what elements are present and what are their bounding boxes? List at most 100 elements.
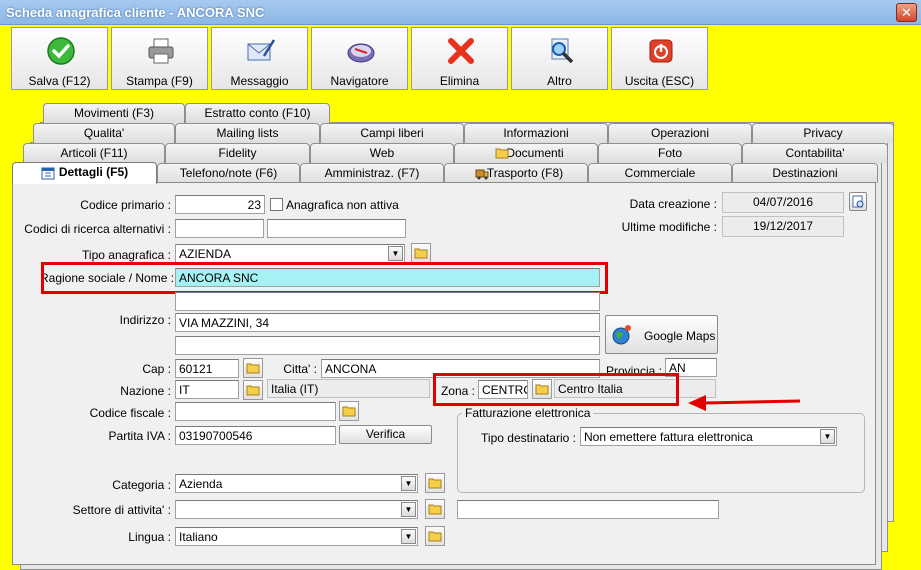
cap-folder-button[interactable] [243,358,263,378]
save-label: Salva (F12) [28,74,91,88]
folder-icon [246,385,260,396]
cap-label: Cap : [142,362,171,376]
categoria-select[interactable]: Azienda ▼ [175,474,418,493]
delete-x-icon [448,38,474,64]
ragione-sociale-2-input[interactable] [175,292,600,311]
close-button[interactable]: ✕ [896,3,917,22]
folder-icon [428,531,442,542]
tab-articoli[interactable]: Articoli (F11) [23,143,165,163]
history-icon [852,195,864,208]
globe-icon [612,325,631,345]
folder-icon [428,478,442,489]
tipo-anagrafica-select[interactable]: AZIENDA ▼ [175,244,405,263]
ragione-sociale-highlight [41,262,608,294]
tab-contabilita[interactable]: Contabilita' [742,143,888,163]
codice-fiscale-input[interactable] [175,402,336,421]
data-creazione-value: 04/07/2016 [722,192,844,213]
anagrafica-non-attiva-checkbox[interactable] [270,198,283,211]
partita-iva-label: Partita IVA : [108,429,171,443]
title-bar: Scheda anagrafica cliente - ANCORA SNC ✕ [0,0,921,25]
nazione-input[interactable]: IT [175,380,239,399]
print-label: Stampa (F9) [126,74,193,88]
cap-input[interactable]: 60121 [175,359,239,378]
other-button[interactable]: Altro [511,27,608,90]
window-title: Scheda anagrafica cliente - ANCORA SNC [6,5,265,20]
tab-commerciale[interactable]: Commerciale [588,163,732,183]
dropdown-arrow-icon[interactable]: ▼ [401,529,416,544]
partita-iva-input[interactable]: 03190700546 [175,426,336,445]
settore-description[interactable] [457,500,719,519]
envelope-icon [247,39,276,61]
dropdown-arrow-icon[interactable]: ▼ [401,502,416,517]
tab-privacy[interactable]: Privacy [752,123,894,143]
delete-button[interactable]: Elimina [411,27,508,90]
tab-amministrazione[interactable]: Amministraz. (F7) [300,163,444,183]
categoria-folder-button[interactable] [425,473,445,493]
tipo-anagrafica-label: Tipo anagrafica : [82,248,171,262]
nazione-description: Italia (IT) [267,379,430,398]
settore-folder-button[interactable] [425,499,445,519]
codice-fiscale-folder-button[interactable] [339,401,359,421]
exit-label: Uscita (ESC) [624,74,695,88]
tab-operazioni[interactable]: Operazioni [608,123,752,143]
tab-documenti[interactable]: Documenti [454,143,598,163]
fatturazione-group [457,413,865,493]
tipo-anagrafica-folder-button[interactable] [411,243,431,263]
truck-icon [475,169,489,180]
settore-label: Settore di attivita' : [72,503,171,517]
codice-ricerca-2-input[interactable] [267,219,406,238]
nazione-folder-button[interactable] [243,380,263,400]
tab-telefono-note[interactable]: Telefono/note (F6) [157,163,300,183]
folder-icon [414,248,428,259]
settore-select[interactable]: ▼ [175,500,418,519]
print-button[interactable]: Stampa (F9) [111,27,208,90]
tab-trasporto[interactable]: Trasporto (F8) [444,163,588,183]
codice-ricerca-1-input[interactable] [175,219,264,238]
lingua-select[interactable]: Italiano ▼ [175,527,418,546]
navigator-button[interactable]: Navigatore [311,27,408,90]
calendar-icon [41,167,55,180]
indirizzo-label: Indirizzo : [119,313,171,327]
exit-button[interactable]: Uscita (ESC) [611,27,708,90]
lingua-folder-button[interactable] [425,526,445,546]
nazione-label: Nazione : [120,384,171,398]
tab-trasporto-label: Trasporto (F8) [486,166,564,180]
indirizzo-2-input[interactable] [175,336,600,355]
folder-icon [342,406,356,417]
fatturazione-title: Fatturazione elettronica [462,406,594,420]
history-button[interactable] [849,192,867,211]
tab-destinazioni[interactable]: Destinazioni [732,163,878,183]
compass-icon [347,43,375,63]
verifica-button[interactable]: Verifica [339,425,432,444]
tab-estratto-conto[interactable]: Estratto conto (F10) [185,103,330,123]
tab-web[interactable]: Web [310,143,454,163]
tab-fidelity[interactable]: Fidelity [165,143,310,163]
tab-foto[interactable]: Foto [598,143,742,163]
dropdown-arrow-icon[interactable]: ▼ [388,246,403,261]
google-maps-button[interactable]: Google Maps [605,315,718,354]
tab-mailing-lists[interactable]: Mailing lists [175,123,320,143]
citta-label: Citta' : [283,362,317,376]
navigator-label: Navigatore [330,74,389,88]
codice-primario-input[interactable]: 23 [175,195,265,214]
codice-fiscale-label: Codice fiscale : [89,406,171,420]
dropdown-arrow-icon[interactable]: ▼ [820,429,835,444]
tab-movimenti[interactable]: Movimenti (F3) [43,103,185,123]
tab-dettagli[interactable]: Dettagli (F5) [12,162,157,184]
lingua-value: Italiano [179,530,218,544]
ultime-modifiche-label: Ultime modifiche : [621,220,717,234]
indirizzo-input[interactable]: VIA MAZZINI, 34 [175,313,600,332]
folder-icon [246,363,260,374]
message-label: Messaggio [230,74,289,88]
tab-campi-liberi[interactable]: Campi liberi [320,123,464,143]
tipo-anagrafica-value: AZIENDA [179,247,232,261]
tab-informazioni[interactable]: Informazioni [464,123,608,143]
ultime-modifiche-value: 19/12/2017 [722,216,844,237]
save-button[interactable]: Salva (F12) [11,27,108,90]
magnifier-icon [551,38,574,64]
tab-qualita[interactable]: Qualita' [33,123,175,143]
data-creazione-label: Data creazione : [629,197,717,211]
dropdown-arrow-icon[interactable]: ▼ [401,476,416,491]
tipo-destinatario-select[interactable]: Non emettere fattura elettronica ▼ [580,427,837,446]
message-button[interactable]: Messaggio [211,27,308,90]
